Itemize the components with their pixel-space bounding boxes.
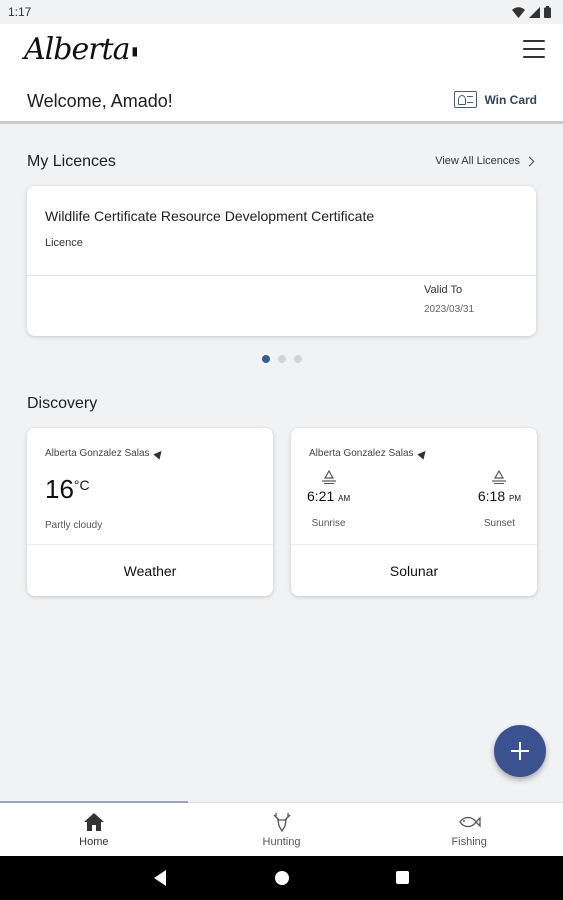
view-all-label: View All Licences <box>435 155 520 167</box>
weather-condition: Partly cloudy <box>45 520 103 531</box>
logo-text: Alberta <box>24 32 130 67</box>
signal-icon <box>529 6 540 18</box>
nav-hunting-label: Hunting <box>262 836 301 848</box>
pager-dot[interactable] <box>278 355 286 363</box>
app-header: Alberta ▮ Welcome, Amado! Win Card <box>0 24 563 124</box>
nav-home-label: Home <box>79 836 109 848</box>
logo-mark: ▮ <box>131 44 139 58</box>
carousel-pager[interactable] <box>262 355 302 363</box>
card-divider <box>27 275 536 276</box>
solunar-location: Alberta Gonzalez Salas <box>309 447 429 460</box>
licence-title: Wildlife Certificate Resource Developmen… <box>45 208 375 224</box>
valid-to-date: 2023/03/31 <box>424 304 475 315</box>
home-circle-icon[interactable] <box>275 871 289 885</box>
welcome-text: Welcome, Amado! <box>27 91 173 111</box>
status-time: 1:17 <box>8 5 32 19</box>
discovery-section-title: Discovery <box>27 395 98 412</box>
licence-card[interactable]: Wildlife Certificate Resource Developmen… <box>27 186 536 336</box>
location-arrow-icon <box>152 447 165 460</box>
add-fab-button[interactable] <box>494 725 546 777</box>
deer-icon <box>273 813 290 832</box>
sunrise-block: 6:21 AM Sunrise <box>307 470 350 529</box>
wifi-icon <box>512 6 525 18</box>
sunset-label: Sunset <box>483 518 515 529</box>
nav-fishing-label: Fishing <box>451 836 487 848</box>
system-nav-bar <box>0 856 563 900</box>
active-tab-indicator <box>0 801 188 803</box>
valid-to-label: Valid To <box>424 284 463 296</box>
location-arrow-icon <box>416 447 429 460</box>
temperature-unit: °C <box>73 477 90 493</box>
weather-card[interactable]: Alberta Gonzalez Salas 16°C Partly cloud… <box>27 428 273 596</box>
nav-fishing[interactable]: Fishing <box>375 803 563 856</box>
home-icon <box>83 813 104 831</box>
licence-type: Licence <box>45 237 83 249</box>
battery-icon <box>544 6 551 18</box>
weather-location: Alberta Gonzalez Salas <box>45 447 165 460</box>
win-card-label: Win Card <box>484 92 537 107</box>
id-card-icon <box>454 91 478 108</box>
nav-home[interactable]: Home <box>0 803 188 856</box>
status-bar: 1:17 <box>0 0 563 24</box>
sunrise-icon <box>321 470 336 484</box>
solunar-button[interactable]: Solunar <box>291 545 537 596</box>
pager-dot[interactable] <box>262 355 270 363</box>
alberta-logo[interactable]: Alberta ▮ <box>24 32 139 67</box>
sunset-icon <box>492 470 507 484</box>
solunar-card[interactable]: Alberta Gonzalez Salas 6:21 AM Sunrise 6… <box>291 428 537 596</box>
weather-button[interactable]: Weather <box>27 545 273 596</box>
view-all-licences-link[interactable]: View All Licences <box>435 155 535 167</box>
bottom-nav: Home Hunting Fishing <box>0 801 563 856</box>
temperature: 16°C <box>45 474 90 505</box>
weather-location-label: Alberta Gonzalez Salas <box>45 448 150 459</box>
chevron-right-icon <box>524 156 535 166</box>
solunar-location-label: Alberta Gonzalez Salas <box>309 448 414 459</box>
pager-dot[interactable] <box>294 355 302 363</box>
sunset-time: 6:18 PM <box>477 488 521 504</box>
fish-icon <box>459 816 481 828</box>
back-icon[interactable] <box>154 870 166 886</box>
sunrise-label: Sunrise <box>311 518 346 529</box>
temperature-value: 16 <box>45 474 74 504</box>
recents-icon[interactable] <box>396 871 409 884</box>
sunrise-time: 6:21 AM <box>307 488 351 504</box>
sunset-block: 6:18 PM Sunset <box>478 470 521 529</box>
nav-hunting[interactable]: Hunting <box>188 803 376 856</box>
menu-icon[interactable] <box>523 40 545 58</box>
win-card-button[interactable]: Win Card <box>454 91 537 108</box>
licences-section-title: My Licences <box>27 153 116 170</box>
status-icons <box>512 6 551 18</box>
